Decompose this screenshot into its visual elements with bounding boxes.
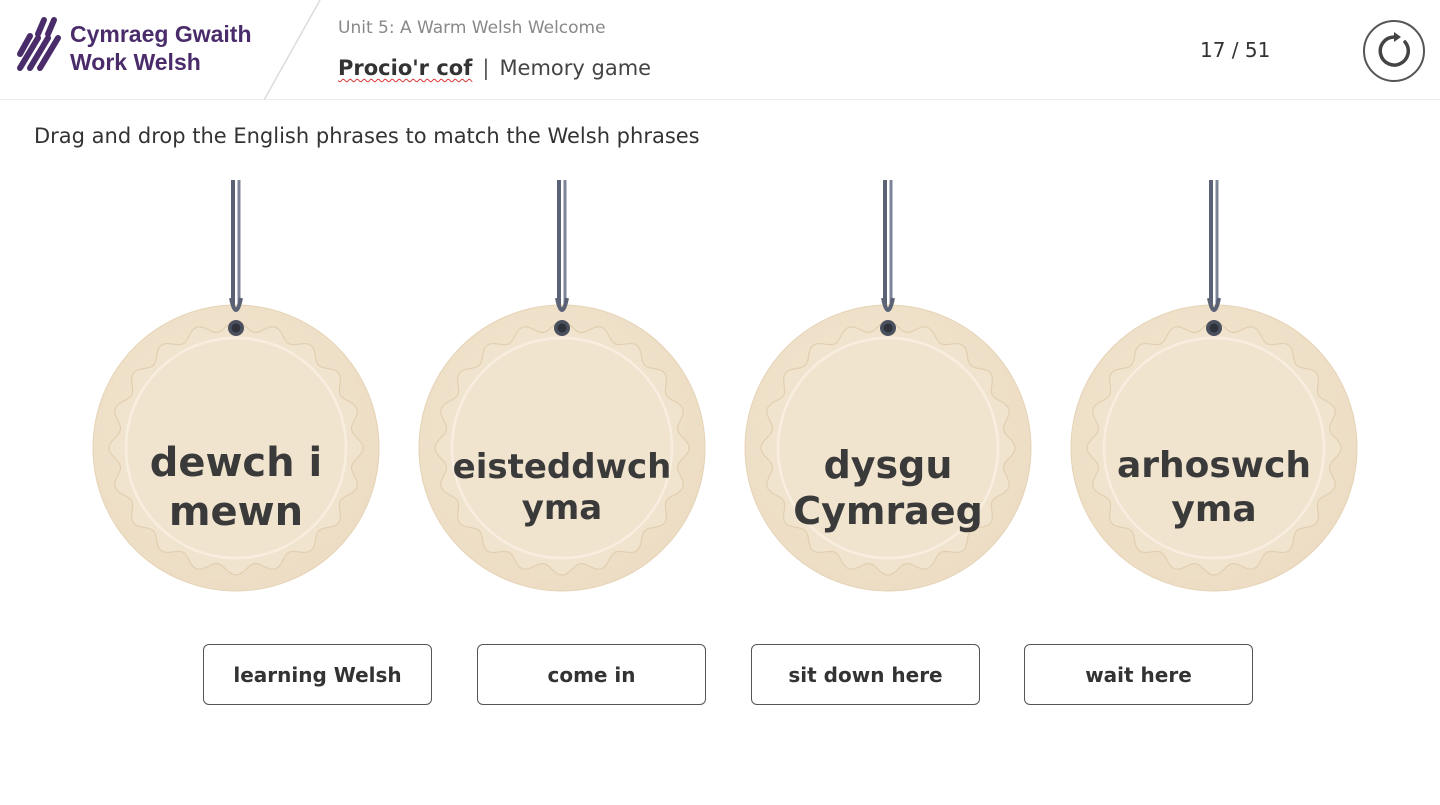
tag-welsh-phrase: arhoswch yma: [1104, 398, 1324, 578]
tag-text-line-2: yma: [1171, 489, 1257, 530]
header-bar: Cymraeg Gwaith Work Welsh Unit 5: A Warm…: [0, 0, 1440, 100]
tag-text-line-1: eisteddwch: [452, 446, 672, 487]
tag-text: eisteddwch yma: [453, 447, 672, 530]
hanging-tag[interactable]: arhoswch yma: [1068, 180, 1360, 600]
hanging-tag[interactable]: dewch i mewn: [90, 180, 382, 600]
lesson-title-separator: |: [482, 56, 490, 80]
header-divider: [263, 0, 321, 100]
tag-text: arhoswch yma: [1117, 444, 1311, 532]
hanging-tag[interactable]: eisteddwch yma: [416, 180, 708, 600]
tag-text-line-2: mewn: [168, 489, 304, 535]
logo-line-welsh: Cymraeg Gwaith: [70, 21, 252, 47]
restart-icon: [1378, 32, 1411, 67]
cymraeg-gwaith-logo: Cymraeg Gwaith Work Welsh: [14, 12, 284, 82]
tag-text-line-2: yma: [521, 488, 603, 528]
page-progress: 17 / 51: [1200, 38, 1271, 62]
instruction-text: Drag and drop the English phrases to mat…: [34, 124, 700, 148]
tag-text-line-2: Cymraeg: [793, 489, 983, 533]
tag-text-line-1: dewch i: [149, 440, 323, 487]
tag-welsh-phrase: dewch i mewn: [126, 398, 346, 578]
logo-line-english: Work Welsh: [70, 49, 201, 75]
answer-chip[interactable]: wait here: [1024, 644, 1253, 705]
logo-stripes-icon: [17, 17, 61, 71]
draggable-answers: learning Welsh come in sit down here wait h…: [0, 644, 1440, 706]
restart-button[interactable]: [1363, 20, 1425, 82]
tag-welsh-phrase: dysgu Cymraeg: [778, 398, 998, 578]
tag-text-line-1: arhoswch: [1116, 445, 1312, 487]
lesson-title-english: Memory game: [499, 56, 652, 80]
hanging-tag[interactable]: dysgu Cymraeg: [742, 180, 1034, 600]
tag-text-line-1: dysgu: [823, 442, 953, 487]
answer-chip[interactable]: sit down here: [751, 644, 980, 705]
unit-title: Unit 5: A Warm Welsh Welcome: [338, 18, 606, 38]
answer-chip[interactable]: learning Welsh: [203, 644, 432, 705]
tag-welsh-phrase: eisteddwch yma: [452, 398, 672, 578]
tag-text: dewch i mewn: [150, 439, 323, 537]
answer-chip[interactable]: come in: [477, 644, 706, 705]
lesson-title-welsh: Procio'r cof: [338, 56, 473, 80]
logo-text: Cymraeg Gwaith Work Welsh: [70, 20, 252, 76]
lesson-title: Procio'r cof | Memory game: [338, 56, 651, 80]
tag-text: dysgu Cymraeg: [793, 442, 983, 535]
